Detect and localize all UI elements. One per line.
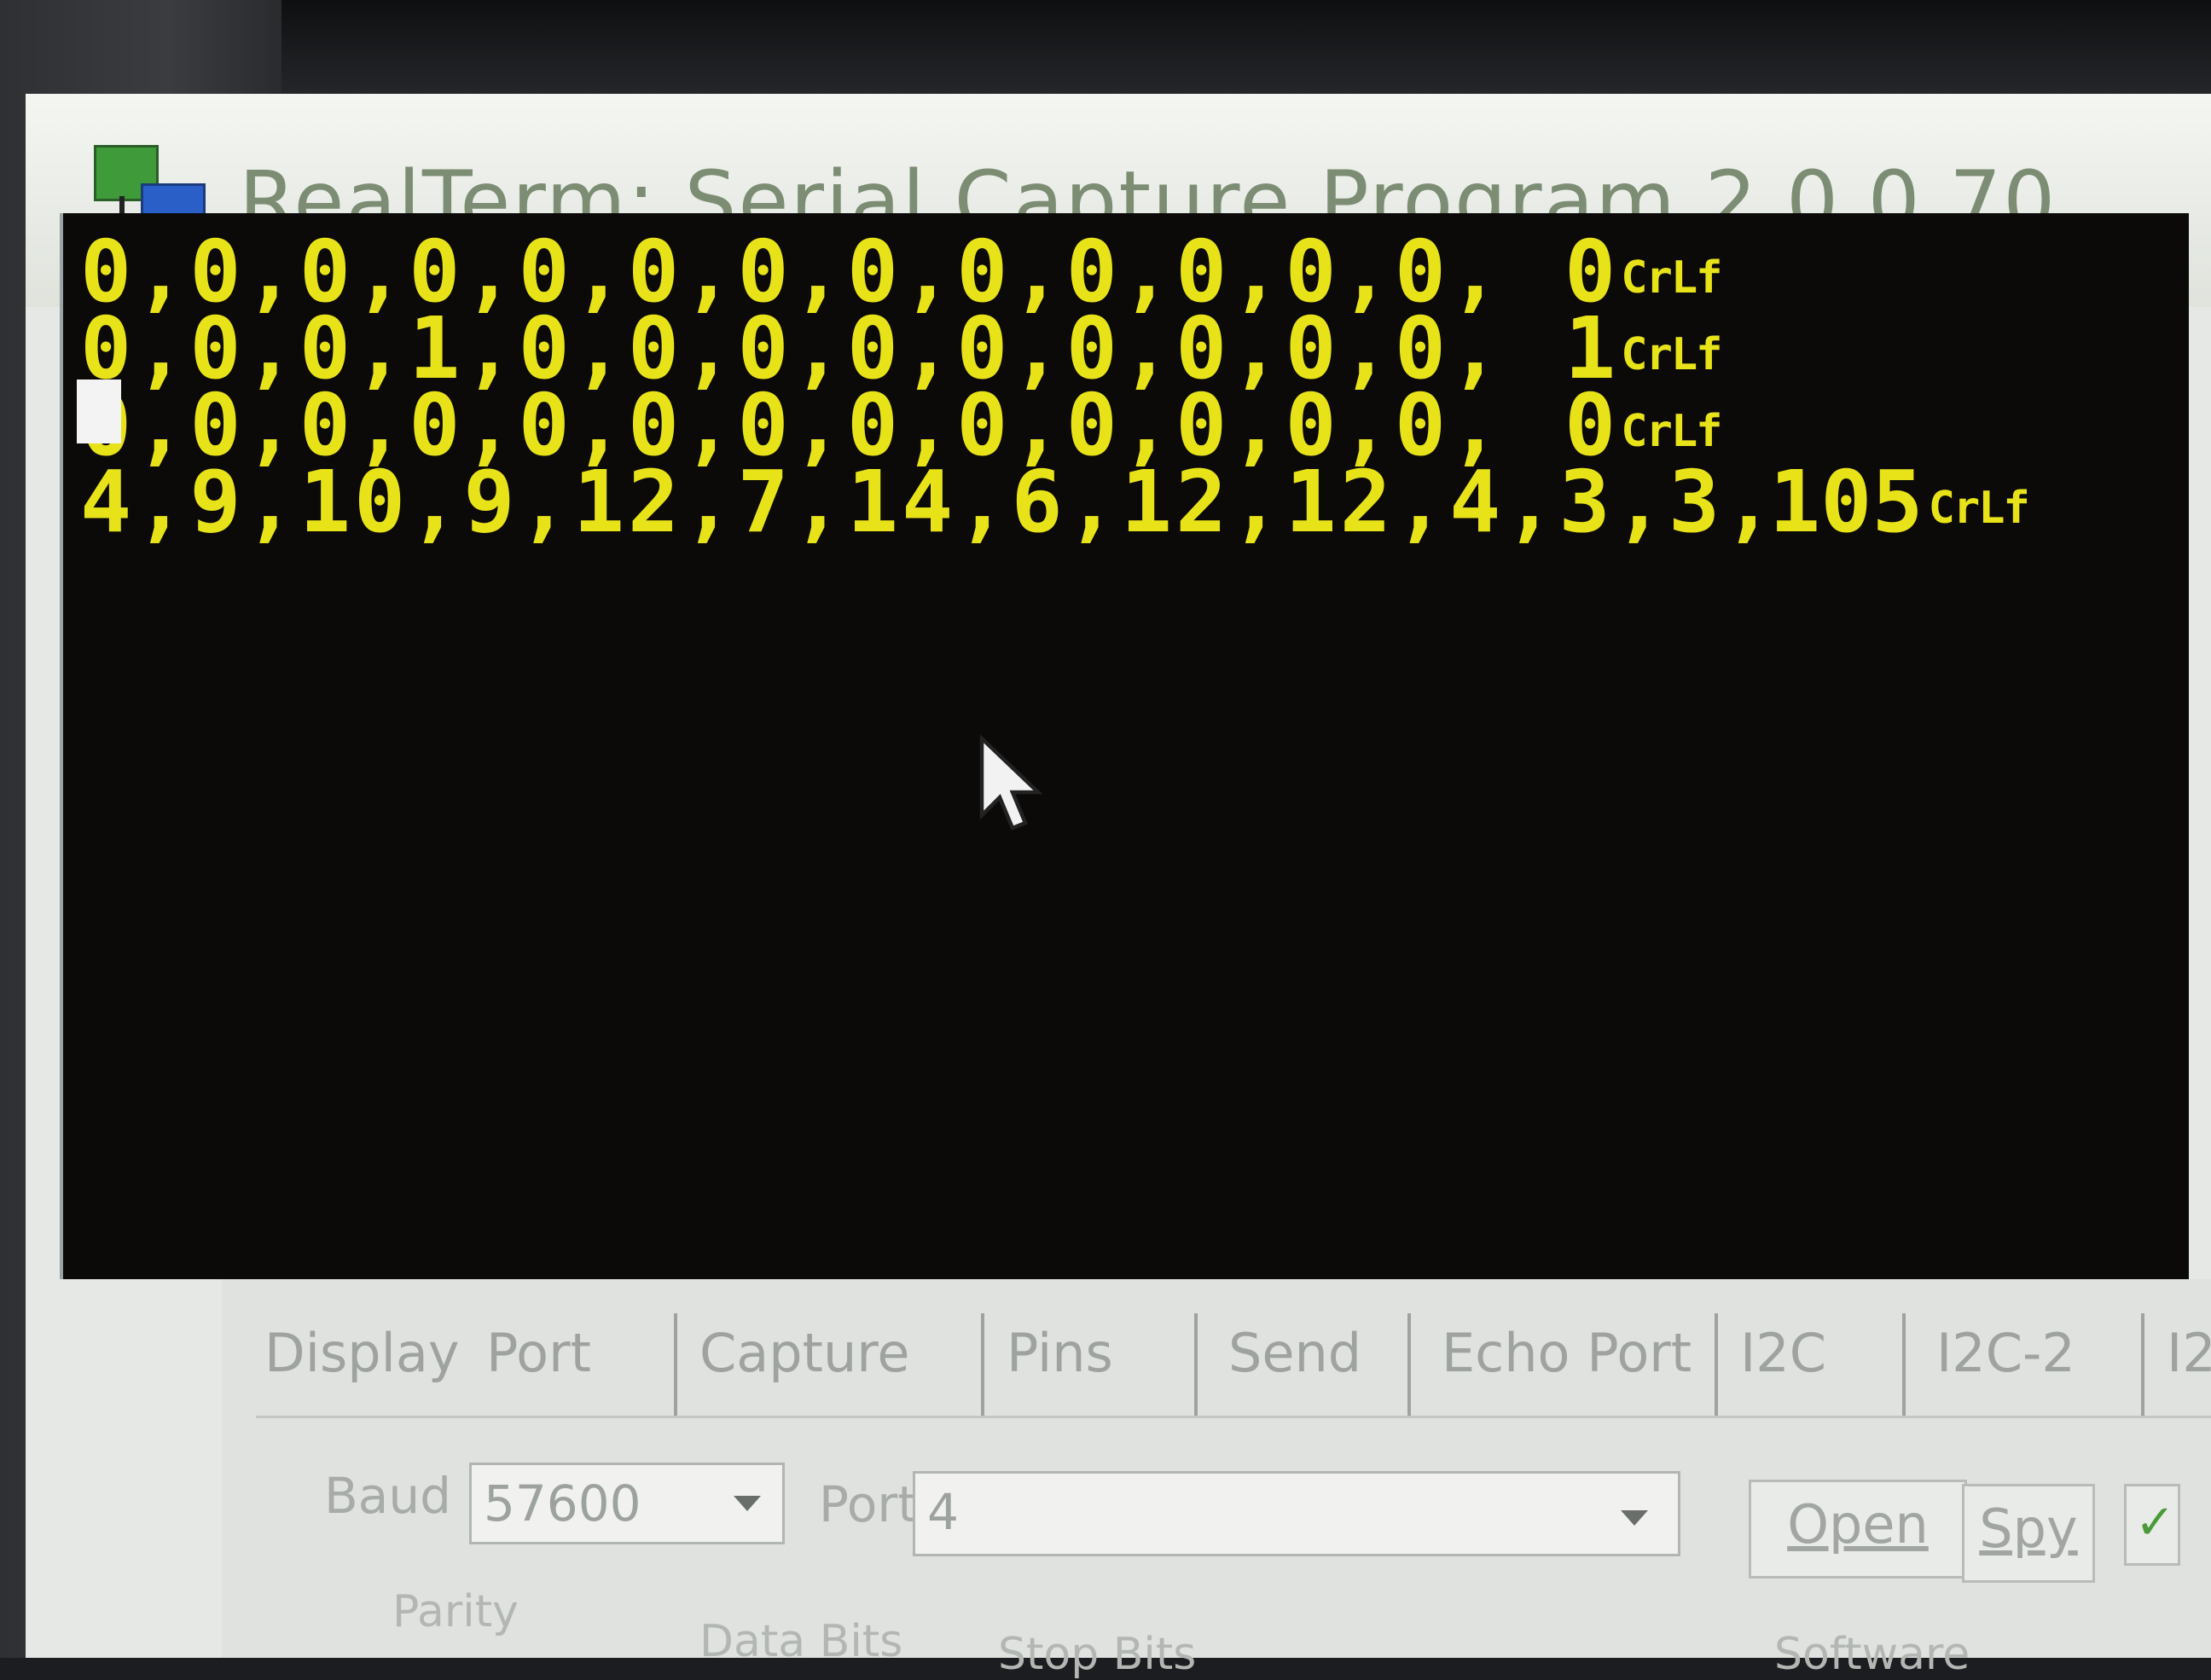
baud-label: Baud <box>324 1467 451 1525</box>
stop-bits-label: Stop Bits <box>998 1629 1197 1680</box>
port-label: Port <box>819 1475 917 1533</box>
tab-send[interactable]: Send <box>1228 1322 1361 1384</box>
tab-i2c-more[interactable]: I2 <box>2167 1322 2211 1384</box>
tab-underline <box>256 1416 2211 1418</box>
tab-strip: Display Port Capture Pins Send Echo Port… <box>264 1313 2211 1416</box>
mouse-pointer-icon <box>979 733 1043 831</box>
tab-divider <box>981 1313 984 1416</box>
tab-echo-port[interactable]: Echo Port <box>1442 1322 1692 1384</box>
tab-pins[interactable]: Pins <box>1007 1322 1113 1384</box>
terminal-line: 4,9,10,9,12,7,14,6,12,12,4,3,3, <box>80 452 1779 552</box>
tab-display[interactable]: Display <box>264 1322 460 1384</box>
crlf-marker: CrLf <box>1928 482 2030 534</box>
tab-capture[interactable]: Capture <box>699 1322 910 1384</box>
terminal-display[interactable]: 0,0,0,0,0,0,0,0,0,0,0,0,0, 0 CrLf 0,0,0,1… <box>60 213 2189 1279</box>
tab-port[interactable]: Port <box>486 1322 591 1384</box>
tab-divider <box>1194 1313 1198 1416</box>
tab-divider <box>1407 1313 1411 1416</box>
change-checkbox[interactable] <box>2124 1484 2180 1566</box>
baud-value: 57600 <box>484 1474 641 1532</box>
monitor-bezel-top <box>0 0 2211 102</box>
chevron-down-icon[interactable] <box>717 1465 776 1542</box>
terminal-line-count: 105 CrLf <box>1769 452 2030 552</box>
settings-panel: Display Port Capture Pins Send Echo Port… <box>222 1279 2211 1680</box>
data-bits-label: Data Bits <box>699 1616 903 1667</box>
tab-divider <box>1902 1313 1906 1416</box>
spy-button[interactable]: Spy <box>1962 1484 2095 1583</box>
parity-label: Parity <box>392 1586 519 1637</box>
tab-divider <box>1715 1313 1718 1416</box>
crlf-marker: CrLf <box>1621 252 1722 304</box>
text-cursor <box>77 379 121 443</box>
tab-divider <box>2141 1313 2144 1416</box>
chevron-down-icon[interactable] <box>1604 1480 1663 1556</box>
tab-i2c[interactable]: I2C <box>1740 1322 1826 1384</box>
open-button[interactable]: Open <box>1749 1480 1967 1579</box>
port-value: 4 <box>927 1483 959 1541</box>
tab-i2c-2[interactable]: I2C-2 <box>1936 1322 2075 1384</box>
crlf-marker: CrLf <box>1621 328 1722 380</box>
crlf-marker: CrLf <box>1621 405 1722 457</box>
tab-divider <box>674 1313 677 1416</box>
port-select[interactable]: 4 <box>913 1471 1680 1556</box>
software-label: Software <box>1774 1629 1970 1680</box>
